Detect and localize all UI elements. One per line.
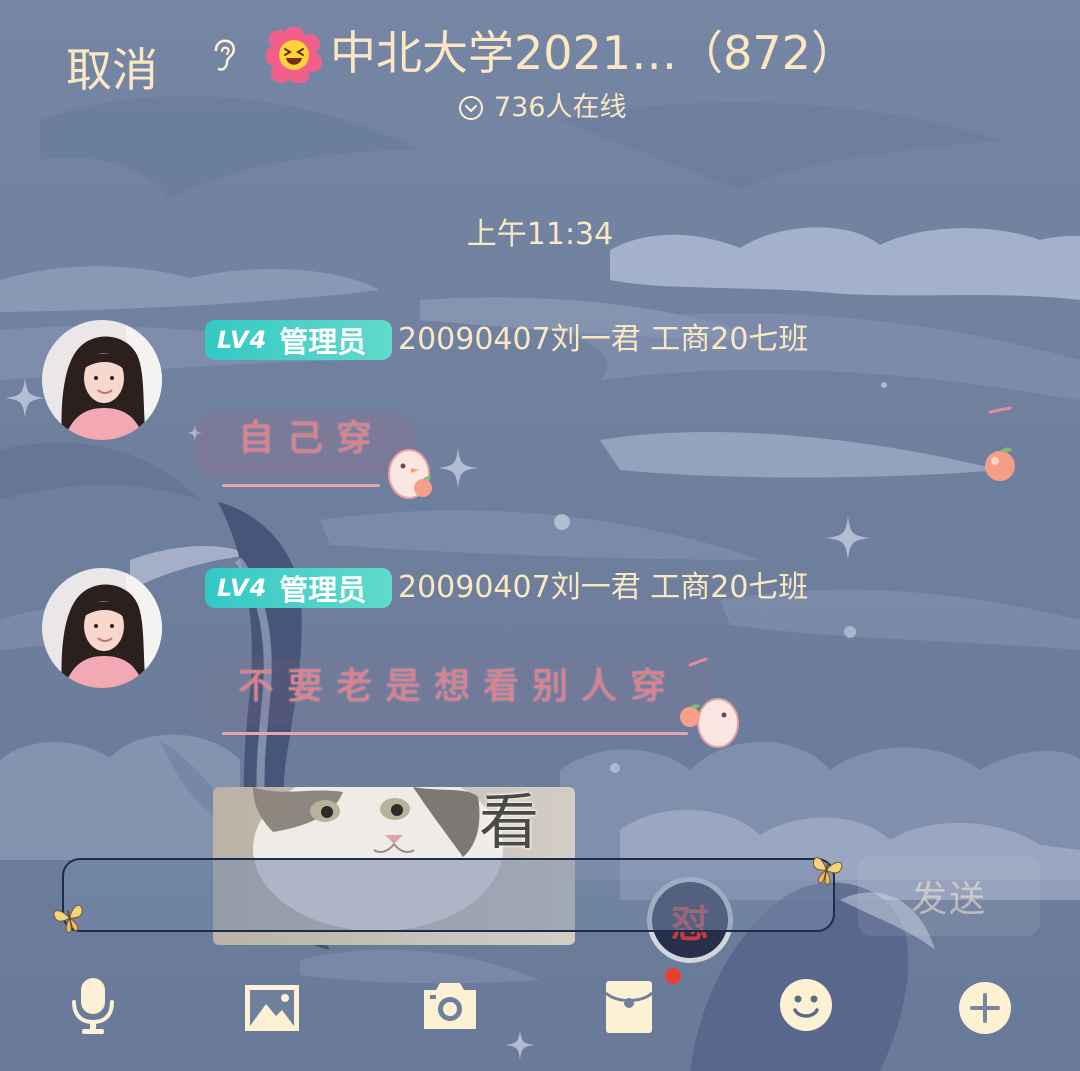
message-timestamp: 上午11:34 [466,217,614,252]
badge-level: LV4 [217,574,268,602]
flower-emoji-icon [265,26,322,87]
sender-name[interactable]: 20090407刘一君 工商20七班 [398,568,808,608]
unread-dot [665,968,681,984]
sender-name[interactable]: 20090407刘一君 工商20七班 [398,320,808,360]
group-title[interactable]: 中北大学2021…（872） [330,20,857,86]
plus-icon[interactable] [958,981,1012,1039]
online-count: 736人在线 [494,92,627,123]
avatar[interactable] [42,320,162,440]
chevron-down-icon[interactable] [458,95,484,121]
level-badge: LV4 管理员 [205,320,392,360]
ear-icon[interactable] [208,38,238,78]
level-badge: LV4 管理员 [205,568,392,608]
online-status[interactable]: 736人在线 [458,90,627,126]
emoji-icon[interactable] [779,978,833,1036]
bubble-underline [222,732,688,735]
microphone-icon[interactable] [68,976,118,1040]
message-text: 不要老是想看别人穿 [238,666,680,707]
red-envelope-icon[interactable] [604,981,654,1037]
badge-role: 管理员 [279,325,367,359]
badge-role: 管理员 [279,573,367,607]
chat-screen: 取消 中北大学2021…（872） 736人在线 上午11:34 LV4 管理员… [0,0,1080,1071]
message-text: 自己穿 [238,418,386,459]
avatar[interactable] [42,568,162,688]
image-icon[interactable] [244,984,300,1036]
chick-decoration-icon [672,655,742,755]
sticker-caption: 看 [479,788,539,858]
send-button[interactable]: 发送 [858,856,1040,936]
camera-icon[interactable] [422,981,478,1035]
peach-decoration-icon [980,404,1020,488]
cancel-button[interactable]: 取消 [66,38,158,102]
bubble-underline [222,484,380,487]
message-input[interactable] [62,858,835,932]
badge-level: LV4 [217,326,268,354]
chick-decoration-icon [385,440,437,506]
send-label: 发送 [910,879,987,920]
